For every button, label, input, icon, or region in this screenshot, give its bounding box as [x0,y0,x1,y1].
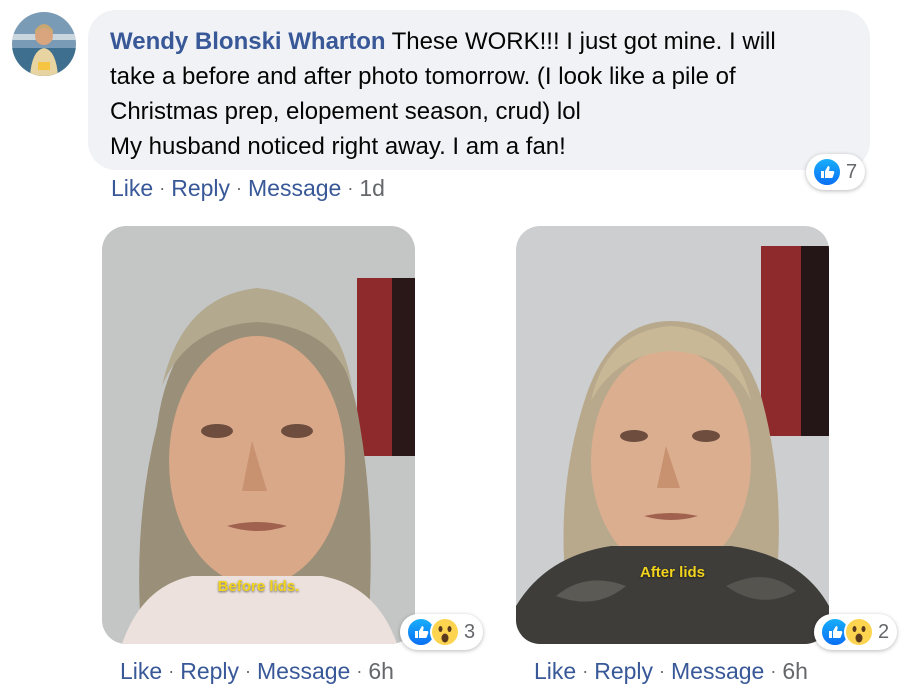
wow-face-icon [844,617,874,647]
avatar[interactable] [12,12,76,76]
after-photo[interactable]: After lids [516,226,829,644]
comment-text-line-2: take a before and after photo tomorrow. … [110,63,736,90]
comment-text-line-1: These WORK!!! I just got mine. I will [391,28,776,55]
separator: · [582,661,589,681]
comment-text: Wendy Blonski Wharton These WORK!!! I jus… [110,24,848,164]
photo-reactions[interactable]: 3 [400,614,484,650]
message-link[interactable]: Message [671,658,764,685]
like-link[interactable]: Like [534,658,576,685]
photo-actions: Like · Reply · Message · 6h [120,658,394,685]
separator: · [168,661,175,681]
message-link[interactable]: Message [257,658,350,685]
wow-face-icon [430,617,460,647]
photo-caption: Before lids. [217,578,300,595]
like-link[interactable]: Like [120,658,162,685]
comment-text-line-4: My husband noticed right away. I am a fa… [110,133,566,160]
comment-bubble: Wendy Blonski Wharton These WORK!!! I jus… [88,10,870,170]
photo-caption: After lids [639,564,705,581]
message-link[interactable]: Message [248,175,341,202]
reply-link[interactable]: Reply [180,658,239,685]
reply-link[interactable]: Reply [594,658,653,685]
reaction-count: 3 [464,620,476,643]
timestamp[interactable]: 6h [368,658,394,685]
thumbs-up-icon [812,157,842,187]
comment-actions: Like · Reply · Message · 1d [111,175,385,202]
timestamp[interactable]: 1d [359,175,385,202]
separator: · [159,178,166,198]
separator: · [236,178,243,198]
separator: · [770,661,777,681]
photo-actions: Like · Reply · Message · 6h [534,658,808,685]
separator: · [356,661,363,681]
reply-link[interactable]: Reply [171,175,230,202]
separator: · [347,178,354,198]
photo-reactions[interactable]: 2 [814,614,898,650]
comment-reactions[interactable]: 7 [806,154,866,190]
separator: · [245,661,252,681]
reaction-count: 7 [846,160,858,183]
comment-author[interactable]: Wendy Blonski Wharton [110,28,386,55]
like-link[interactable]: Like [111,175,153,202]
comment-text-line-3: Christmas prep, elopement season, crud) … [110,98,581,125]
before-photo[interactable]: Before lids. [102,226,415,644]
reaction-count: 2 [878,620,890,643]
timestamp[interactable]: 6h [782,658,808,685]
separator: · [659,661,666,681]
